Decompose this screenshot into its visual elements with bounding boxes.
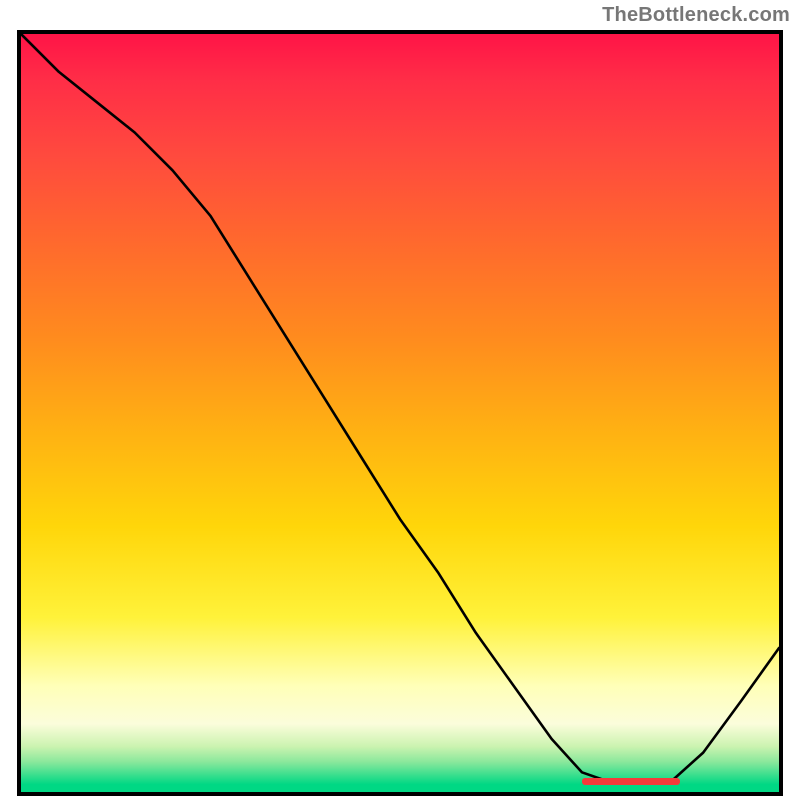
source-attribution: TheBottleneck.com xyxy=(602,4,790,27)
bottleneck-curve xyxy=(21,34,779,792)
plot-area xyxy=(17,30,783,796)
optimum-marker xyxy=(582,778,681,785)
chart-container: TheBottleneck.com xyxy=(0,0,800,800)
